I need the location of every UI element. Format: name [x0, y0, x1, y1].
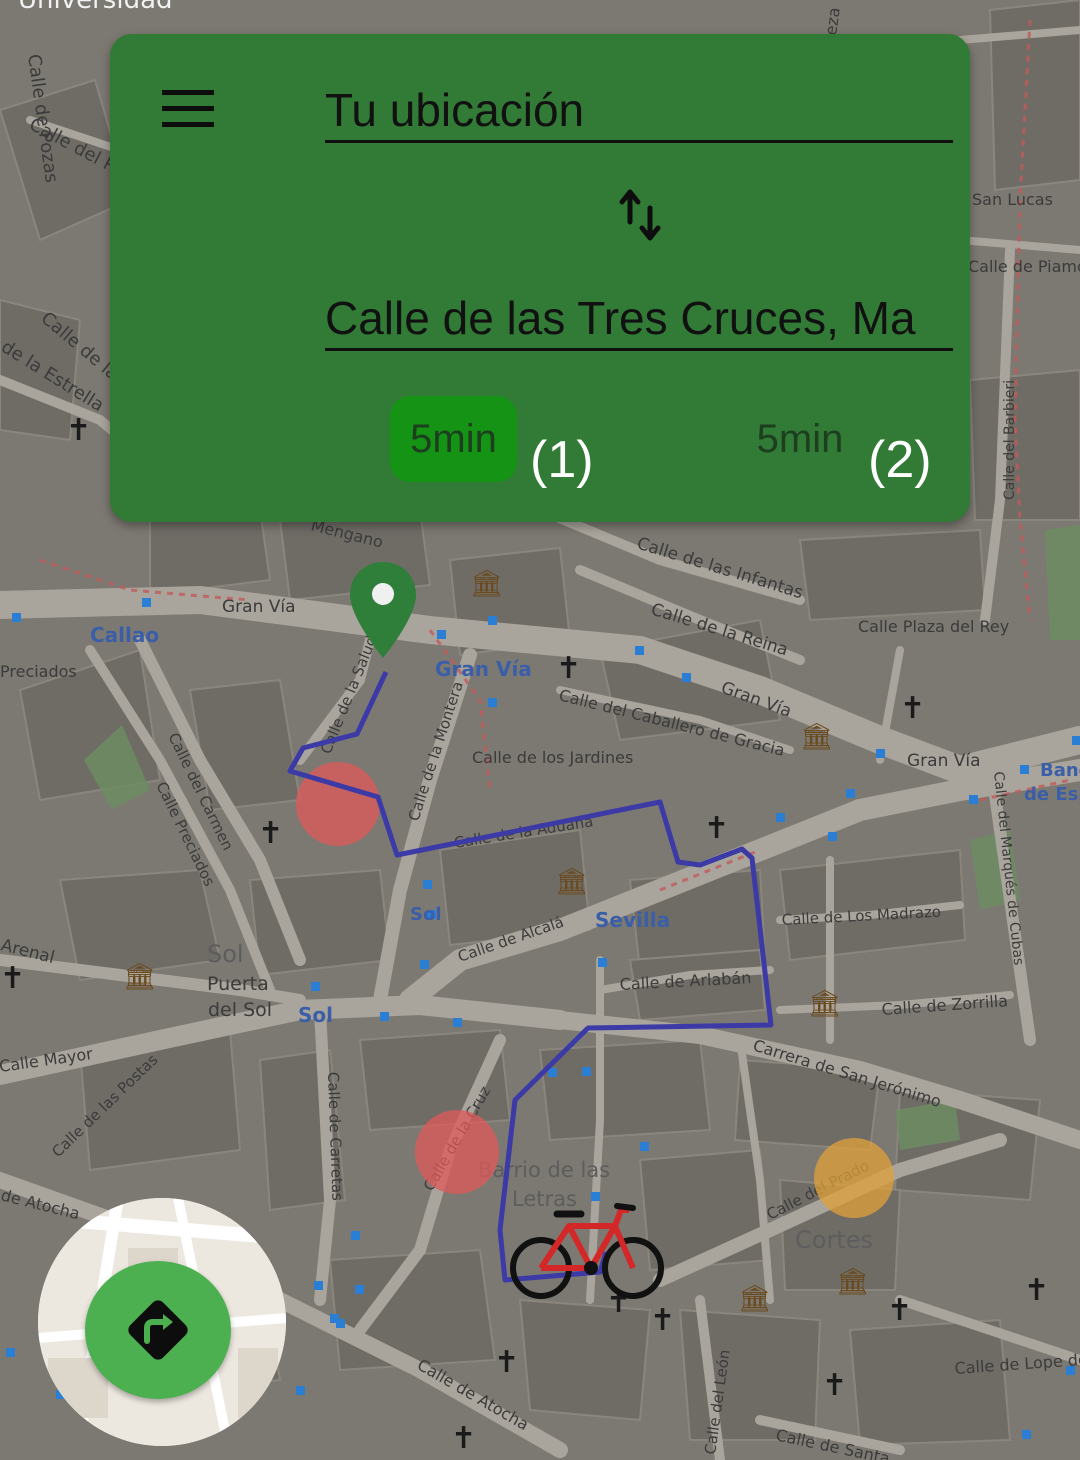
destination-input[interactable]: Calle de las Tres Cruces, Ma [325, 288, 953, 351]
svg-text:🏛: 🏛 [836, 1267, 869, 1297]
svg-text:🏛: 🏛 [470, 569, 503, 599]
svg-text:Gran Vía: Gran Vía [907, 751, 981, 771]
svg-text:Sol: Sol [207, 940, 244, 968]
svg-text:✝: ✝ [66, 413, 91, 448]
svg-text:✝: ✝ [822, 1368, 847, 1403]
swap-vertical-arrows-icon[interactable] [618, 188, 662, 242]
poi-marker-red [415, 1110, 499, 1194]
svg-text:Sol: Sol [410, 904, 442, 925]
svg-text:✝: ✝ [556, 651, 581, 686]
svg-text:Gran Vía: Gran Vía [222, 597, 296, 617]
svg-text:Puerta: Puerta [207, 973, 269, 995]
svg-text:San Lucas: San Lucas [972, 190, 1053, 209]
origin-input[interactable]: Tu ubicación [325, 80, 953, 143]
svg-text:del Sol: del Sol [208, 999, 272, 1021]
hamburger-menu-icon[interactable] [154, 90, 214, 130]
turn-right-direction-icon [128, 1300, 188, 1360]
svg-text:✝: ✝ [0, 961, 25, 996]
svg-text:Calle de Piamonte: Calle de Piamonte [968, 257, 1080, 276]
svg-text:Cortes: Cortes [795, 1226, 873, 1254]
svg-text:de Esp: de Esp [1024, 784, 1080, 805]
route-panel: Tu ubicación Calle de las Tres Cruces, M… [110, 34, 970, 522]
svg-text:✝: ✝ [900, 691, 925, 726]
bicycle-icon [510, 1203, 664, 1299]
destination-pin[interactable] [347, 560, 419, 660]
svg-text:Banco: Banco [1040, 760, 1080, 781]
start-navigation-button[interactable] [85, 1261, 231, 1399]
svg-text:✝: ✝ [258, 816, 283, 851]
svg-text:Sol: Sol [298, 1003, 333, 1027]
bike-marker[interactable] [505, 1200, 670, 1305]
route-option-2-index: (2) [868, 431, 932, 489]
route-option-1-index: (1) [530, 431, 594, 489]
svg-text:✝: ✝ [1024, 1273, 1049, 1308]
map-pin-icon [350, 562, 416, 658]
svg-text:✝: ✝ [704, 811, 729, 846]
route-option-2-time[interactable]: 5min [730, 396, 870, 482]
svg-text:✝: ✝ [887, 1293, 912, 1328]
svg-text:Universidad: Universidad [18, 0, 173, 15]
svg-text:🏛: 🏛 [800, 722, 833, 752]
svg-text:✝: ✝ [650, 1303, 675, 1338]
svg-text:Gran Vía: Gran Vía [435, 657, 532, 681]
svg-text:Callao: Callao [90, 623, 159, 647]
poi-marker-orange [814, 1138, 894, 1218]
route-option-1-time[interactable]: 5min [390, 396, 517, 482]
svg-text:🏛: 🏛 [123, 962, 156, 992]
svg-text:🏛: 🏛 [555, 867, 588, 897]
svg-text:Calle Plaza del Rey: Calle Plaza del Rey [858, 617, 1009, 636]
svg-text:Calle de los Jardines: Calle de los Jardines [472, 748, 633, 767]
svg-text:Preciados: Preciados [0, 662, 77, 681]
svg-text:🏛: 🏛 [738, 1284, 771, 1314]
svg-text:eza: eza [821, 6, 844, 36]
svg-text:Sevilla: Sevilla [595, 908, 670, 932]
svg-text:🏛: 🏛 [808, 989, 841, 1019]
svg-text:Calle del Barbieri: Calle del Barbieri [1002, 380, 1018, 500]
svg-text:✝: ✝ [451, 1421, 476, 1456]
svg-text:✝: ✝ [494, 1345, 519, 1380]
